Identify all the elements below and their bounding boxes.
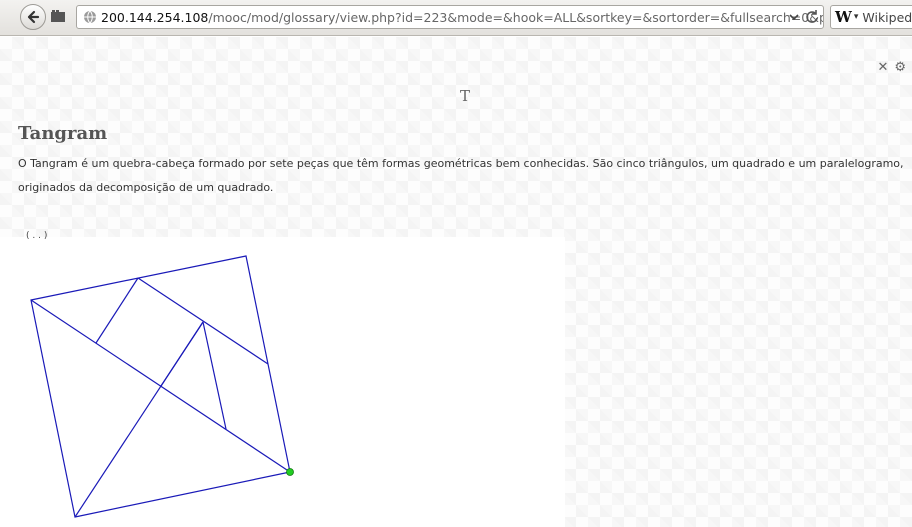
reload-icon[interactable] — [804, 9, 820, 25]
close-icon[interactable]: ✕ — [877, 61, 888, 75]
tangram-diagram — [30, 255, 294, 518]
back-button[interactable] — [20, 4, 46, 30]
history-button[interactable] — [50, 8, 66, 24]
entry-title: Tangram — [18, 123, 108, 144]
search-input[interactable]: Wikiped — [862, 10, 912, 25]
tangram-edge — [137, 277, 269, 365]
block-controls: ✕ ⚙ — [877, 61, 906, 75]
tangram-figure: ( . . ) — [0, 231, 565, 527]
chevron-down-icon[interactable]: ▾ — [854, 12, 859, 22]
url-bar[interactable]: 200.144.254.108/mooc/mod/glossary/view.p… — [76, 5, 824, 29]
letter-heading: T — [459, 87, 470, 105]
browser-toolbar: 200.144.254.108/mooc/mod/glossary/view.p… — [0, 0, 912, 36]
tangram-point[interactable] — [286, 468, 294, 476]
search-bar[interactable]: W ▾ Wikiped — [830, 5, 912, 29]
back-arrow-icon — [27, 10, 40, 24]
tangram-edge — [95, 277, 139, 344]
gear-icon[interactable]: ⚙ — [894, 61, 906, 75]
entry-description: O Tangram é um quebra-cabeça formado por… — [18, 157, 904, 194]
url-path: /mooc/mod/glossary/view.php?id=223&mode=… — [208, 9, 824, 25]
wikipedia-icon[interactable]: W — [835, 8, 852, 26]
tangram-edge — [202, 321, 227, 430]
tangram-edge — [160, 321, 204, 387]
page-content: ✕ ⚙ T Tangram O Tangram é um quebra-cabe… — [0, 37, 912, 527]
globe-icon — [84, 10, 96, 24]
history-icon — [51, 10, 65, 22]
url-host: 200.144.254.108 — [101, 9, 209, 25]
dropdown-icon[interactable] — [787, 9, 801, 25]
